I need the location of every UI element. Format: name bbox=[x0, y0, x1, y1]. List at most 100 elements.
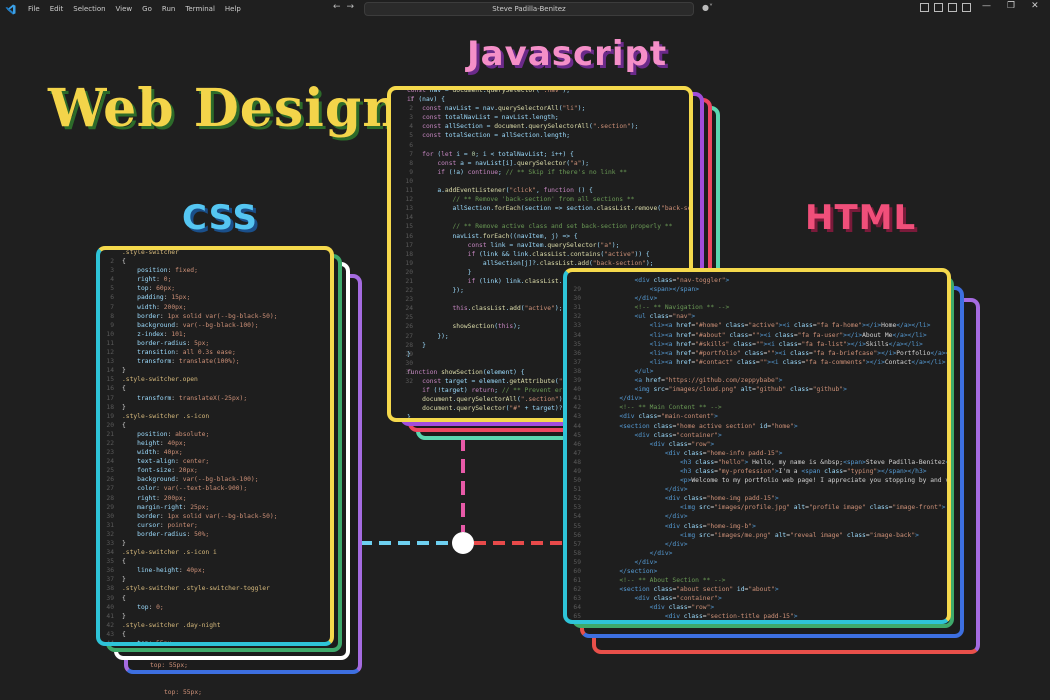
line-number: 32 bbox=[106, 530, 114, 538]
code-line: .style-switcher .s-icon bbox=[122, 412, 210, 420]
code-line: <div class="row"> bbox=[649, 440, 715, 448]
code-line: width: 40px; bbox=[137, 449, 183, 457]
line-number: 19 bbox=[106, 412, 114, 420]
code-line: } bbox=[122, 403, 126, 411]
line-number: 48 bbox=[573, 458, 581, 466]
line-number: 44 bbox=[106, 640, 114, 646]
code-line: </div> bbox=[664, 513, 688, 521]
code-line: <div class="container"> bbox=[634, 431, 722, 439]
connector-hub bbox=[452, 532, 474, 554]
line-number: 20 bbox=[106, 421, 114, 429]
code-line: transition: all 0.3s ease; bbox=[137, 349, 236, 357]
line-number: 57 bbox=[573, 540, 581, 548]
code-line: allSection.forEach(section => section.cl… bbox=[407, 205, 692, 213]
code-line: } bbox=[122, 576, 126, 584]
code-line: <div class="home-info padd-15"> bbox=[664, 449, 783, 457]
line-number: 9 bbox=[110, 321, 114, 329]
code-line: const link = navItem.querySelector("a"); bbox=[467, 241, 620, 249]
line-number: 39 bbox=[106, 594, 114, 602]
line-number: 29 bbox=[573, 286, 581, 294]
code-line: } bbox=[122, 540, 126, 547]
code-line: text-align: center; bbox=[137, 458, 210, 466]
line-number: 66 bbox=[567, 622, 581, 624]
line-number: 14 bbox=[106, 367, 114, 375]
code-line: padding: 15px; bbox=[137, 294, 191, 302]
code-line: <!-- ** Main Content ** --> bbox=[589, 404, 722, 412]
code-line: <img src="images/me.png" alt="reveal ima… bbox=[680, 531, 919, 539]
html-editor[interactable]: 29 30 31 32 33 34 35 36 37 38 39 40 41 42 43 44 45 46 47 48… bbox=[563, 268, 951, 624]
code-line: const allSection = document.querySelecto… bbox=[422, 123, 639, 131]
code-line: <div class="main-content"> bbox=[619, 413, 718, 421]
line-number: 30 bbox=[106, 512, 114, 520]
code-line: </div> bbox=[634, 295, 658, 303]
line-number bbox=[100, 250, 114, 257]
code-line: width: 200px; bbox=[137, 303, 187, 311]
line-number: 50 bbox=[573, 477, 581, 485]
code-line: </div> bbox=[634, 558, 658, 566]
line-number: 15 bbox=[106, 376, 114, 384]
code-line: // ** Remove 'back-section' from all sec… bbox=[407, 196, 635, 204]
css-behind-text: top: 55px; top: 55px; bbox=[150, 643, 202, 700]
css-editor[interactable]: 2 3 4 5 6 7 8 9 10 11 12 13 14 15 16 17 18 19 20 21 22 23 24 25… bbox=[96, 246, 334, 646]
code-line: <li><a href="#home" class="active"><i cl… bbox=[649, 322, 931, 330]
code-line: const nav = document.querySelector(".nav… bbox=[407, 87, 571, 94]
line-number: 56 bbox=[573, 531, 581, 539]
code-line: const totalNavList = navList.length; bbox=[422, 114, 559, 122]
line-number: 35 bbox=[573, 340, 581, 348]
line-number: 62 bbox=[573, 586, 581, 594]
line-number: 38 bbox=[106, 585, 114, 593]
code-line: <section class="about section" id="about… bbox=[619, 586, 779, 594]
code-line: a.addEventListener("click", function () … bbox=[407, 187, 593, 195]
code-line: { bbox=[122, 385, 126, 393]
code-line: if (link && link.classList.contains("act… bbox=[467, 250, 650, 258]
code-line: for (let i = 0; i < totalNavList; i++) { bbox=[422, 150, 574, 158]
code-line: // ** Remove active class and set back-s… bbox=[407, 223, 673, 231]
code-line: background: var(--bg-black-100); bbox=[137, 321, 259, 329]
code-line: <div class="container"> bbox=[634, 595, 722, 603]
code-line: <h3 class="my-profession">I'm a <span cl… bbox=[680, 467, 927, 475]
code-line: border: 1px solid var(--bg-black-50); bbox=[137, 512, 278, 520]
line-number: 32 bbox=[573, 313, 581, 321]
code-line: font-size: 20px; bbox=[137, 467, 198, 475]
code-line: <h2>About Me</h2> bbox=[589, 622, 951, 624]
line-number: 61 bbox=[573, 577, 581, 585]
line-number: 51 bbox=[573, 486, 581, 494]
line-number: 8 bbox=[110, 312, 114, 320]
code-line: <div class="row"> bbox=[649, 604, 715, 612]
line-number bbox=[567, 276, 581, 285]
code-line: border-radius: 50%; bbox=[137, 530, 210, 538]
line-number: 21 bbox=[106, 430, 114, 438]
line-number: 34 bbox=[573, 331, 581, 339]
line-number: 27 bbox=[106, 485, 114, 493]
code-line: <img src="images/cloud.png" alt="github"… bbox=[634, 386, 847, 394]
code-line: <li><a href="#portfolio" class=""><i cla… bbox=[649, 349, 950, 357]
line-number: 4 bbox=[110, 276, 114, 284]
code-line: navList.forEach((navItem, j) => { bbox=[407, 232, 578, 240]
line-number: 16 bbox=[106, 385, 114, 393]
code-line: } bbox=[122, 367, 126, 375]
line-number: 40 bbox=[106, 603, 114, 611]
css-behind-line: top: 55px; bbox=[150, 662, 188, 670]
code-line: if (!a) continue; // ** Skip if there's … bbox=[437, 168, 627, 176]
code-line: <div class="section-title padd-15"> bbox=[664, 613, 798, 621]
code-line: margin-right: 25px; bbox=[137, 503, 210, 511]
code-line: </div> bbox=[619, 395, 643, 403]
line-number: 23 bbox=[106, 449, 114, 457]
line-number: 22 bbox=[106, 439, 114, 447]
code-line: <div class="nav-toggler"> bbox=[634, 277, 730, 284]
line-number: 29 bbox=[106, 503, 114, 511]
line-number: 54 bbox=[573, 513, 581, 521]
code-line: top: 60px; bbox=[137, 285, 176, 293]
code-line: </section> bbox=[619, 568, 658, 575]
line-number: 45 bbox=[573, 431, 581, 439]
line-number: 36 bbox=[106, 567, 114, 575]
line-number: 37 bbox=[106, 576, 114, 584]
line-number: 12 bbox=[106, 349, 114, 357]
code-line: if (nav) { bbox=[407, 96, 445, 104]
code-line: cursor: pointer; bbox=[137, 521, 198, 529]
line-number: 53 bbox=[573, 504, 581, 512]
code-line: { bbox=[122, 258, 126, 266]
code-line: </div> bbox=[649, 549, 673, 557]
